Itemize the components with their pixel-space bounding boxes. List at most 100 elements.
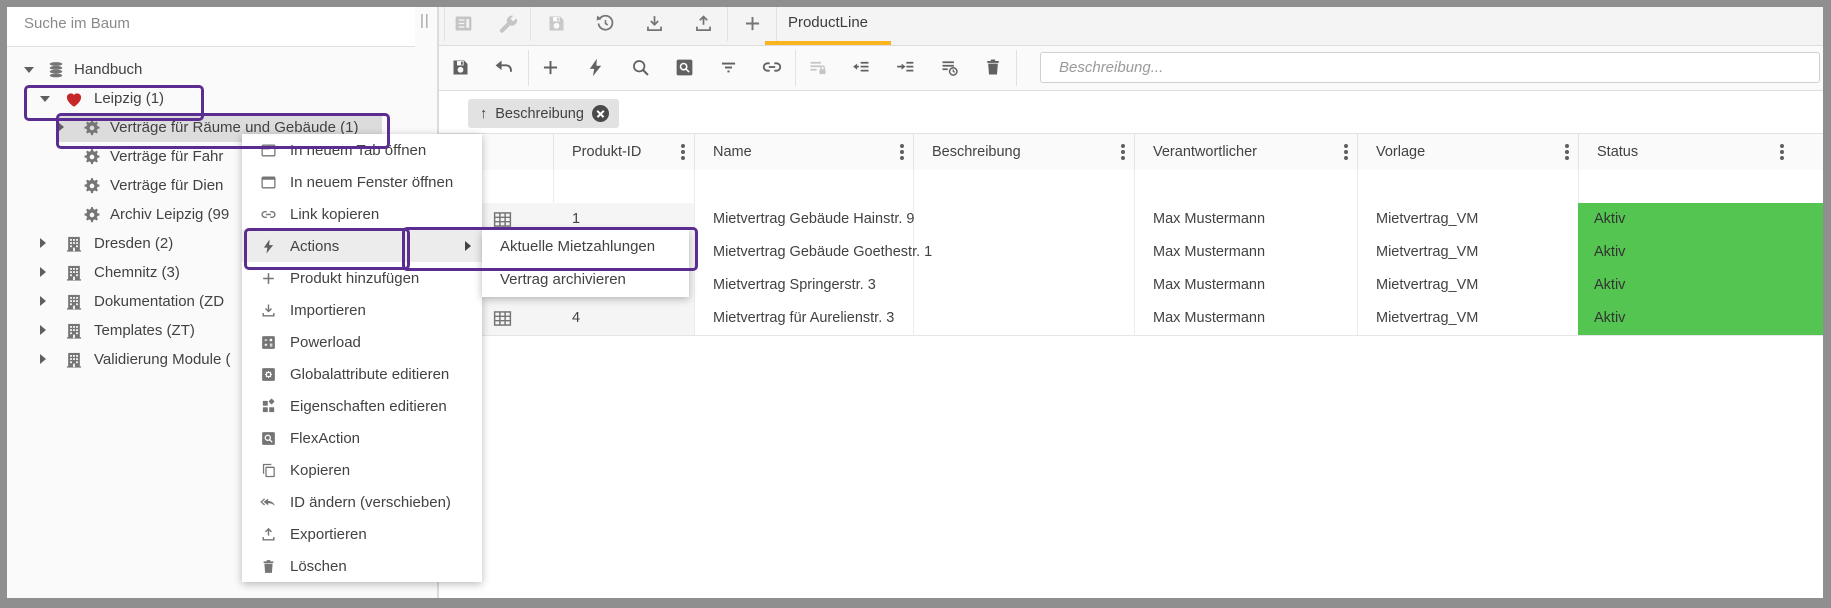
search-icon [630,57,651,78]
name-cell: Mietvertrag Gebäude Goethestr. 1 [694,236,914,269]
row-history-button[interactable] [931,49,967,85]
table-row[interactable]: 4 Mietvertrag für Aurelienstr. 3 Max Mus… [439,302,1824,336]
column-menu-icon[interactable] [1344,150,1348,154]
expand-arrow-icon[interactable] [40,296,46,306]
toolbar-separator [795,50,796,86]
add-product-button[interactable] [532,49,568,85]
lightning-icon [585,57,606,78]
menu-item-loeschen[interactable]: Löschen [242,550,482,582]
column-menu-icon[interactable] [1121,150,1125,154]
tree-item-handbuch[interactable]: Handbuch [0,56,437,84]
status-badge: Aktiv [1578,302,1824,335]
powerload-icon [260,334,277,351]
menu-item-label: FlexAction [290,430,360,447]
expand-arrow-icon[interactable] [24,67,34,73]
open-in-tab-icon [260,142,277,159]
import-button[interactable] [636,5,672,41]
menu-item-label: Eigenschaften editieren [290,398,447,415]
filter-button[interactable] [710,49,746,85]
sort-chip-beschreibung[interactable]: ↑ Beschreibung [468,99,619,128]
menu-item-powerload[interactable]: Powerload [242,326,482,358]
trash-icon [983,57,1003,77]
remove-sort-icon[interactable] [592,105,609,122]
column-menu-icon[interactable] [681,150,685,154]
menu-item-globalattribute[interactable]: Globalattribute editieren [242,358,482,390]
menu-item-open-in-tab[interactable]: In neuem Tab öffnen [242,134,482,166]
context-menu: In neuem Tab öffnen In neuem Fenster öff… [242,134,482,582]
expand-arrow-icon[interactable] [40,96,50,102]
menu-item-actions[interactable]: Actions [242,230,482,262]
header-cell-status[interactable]: Status [1578,134,1824,171]
description-filter-input[interactable] [1040,52,1820,83]
column-header-label: Beschreibung [932,144,1021,160]
menu-item-id-aendern[interactable]: ID ändern (verschieben) [242,486,482,518]
move-in-button[interactable] [887,49,923,85]
restore-history-button[interactable] [587,5,623,41]
grid-save-button[interactable] [442,49,478,85]
menu-item-exportieren[interactable]: Exportieren [242,518,482,550]
verantwortlicher-cell: Max Mustermann [1134,302,1358,335]
tree-search-input[interactable] [14,6,406,40]
form-view-button[interactable] [445,5,481,41]
save-button[interactable] [538,5,574,41]
column-menu-icon[interactable] [900,150,904,154]
properties-icon [260,398,277,415]
submenu-item-label: Vertrag archivieren [500,271,626,288]
undo-button[interactable] [485,49,521,85]
header-cell-name[interactable]: Name [694,134,914,171]
menu-item-importieren[interactable]: Importieren [242,294,482,326]
menu-item-produkt-hinzufuegen[interactable]: Produkt hinzufügen [242,262,482,294]
menu-item-flexaction[interactable]: FlexAction [242,422,482,454]
settings-wrench-button[interactable] [489,5,525,41]
toolbar-separator [530,5,531,41]
indent-icon [895,57,916,78]
beschreibung-cell [913,203,1135,236]
expand-arrow-icon[interactable] [40,325,46,335]
outdent-icon [851,57,872,78]
menu-item-kopieren[interactable]: Kopieren [242,454,482,486]
menu-item-label: Löschen [290,558,347,575]
plus-icon [260,270,277,287]
vorlage-cell: Mietvertrag_VM [1357,236,1579,269]
actions-button[interactable] [577,49,613,85]
tree-item-label: Dresden (2) [94,235,173,252]
lock-rows-button[interactable] [799,49,835,85]
expand-arrow-icon[interactable] [40,354,46,364]
menu-item-link-kopieren[interactable]: Link kopieren [242,198,482,230]
export-button[interactable] [685,5,721,41]
submenu-item-vertrag-archivieren[interactable]: Vertrag archivieren [482,263,689,296]
sort-direction-arrow: ↑ [480,106,487,122]
table-new-row[interactable] [439,170,1824,204]
column-menu-icon[interactable] [1565,150,1569,154]
building-icon [64,263,84,283]
tree-item-leipzig[interactable]: Leipzig (1) [0,85,437,113]
flex-find-button[interactable] [666,49,702,85]
tree-item-label: Leipzig (1) [94,90,164,107]
menu-item-label: In neuem Tab öffnen [290,142,426,159]
expand-arrow-icon[interactable] [40,267,46,277]
move-out-button[interactable] [843,49,879,85]
search-button[interactable] [622,49,658,85]
heart-icon [64,89,84,109]
tab-productline[interactable]: ProductLine [765,0,891,45]
copy-icon [260,462,277,479]
menu-item-eigenschaften[interactable]: Eigenschaften editieren [242,390,482,422]
expand-arrow-icon[interactable] [40,238,46,248]
header-cell-verantwortlicher[interactable]: Verantwortlicher [1134,134,1358,171]
link-button[interactable] [754,49,790,85]
building-icon [64,321,84,341]
menu-item-open-in-window[interactable]: In neuem Fenster öffnen [242,166,482,198]
delete-button[interactable] [975,49,1011,85]
header-cell-vorlage[interactable]: Vorlage [1357,134,1579,171]
tree-item-label: Chemnitz (3) [94,264,180,281]
panel-splitter-handle-icon[interactable]: || [420,12,430,29]
expand-arrow-icon[interactable] [58,122,64,132]
submenu-item-aktuelle-mietzahlungen[interactable]: Aktuelle Mietzahlungen [482,230,689,263]
column-menu-icon[interactable] [1780,150,1784,154]
header-cell-produkt-id[interactable]: Produkt-ID [553,134,695,171]
building-icon [64,350,84,370]
header-cell-beschreibung[interactable]: Beschreibung [913,134,1135,171]
beschreibung-cell [913,302,1135,335]
tree-item-label: Dokumentation (ZD [94,293,224,310]
column-header-label: Verantwortlicher [1153,144,1257,160]
